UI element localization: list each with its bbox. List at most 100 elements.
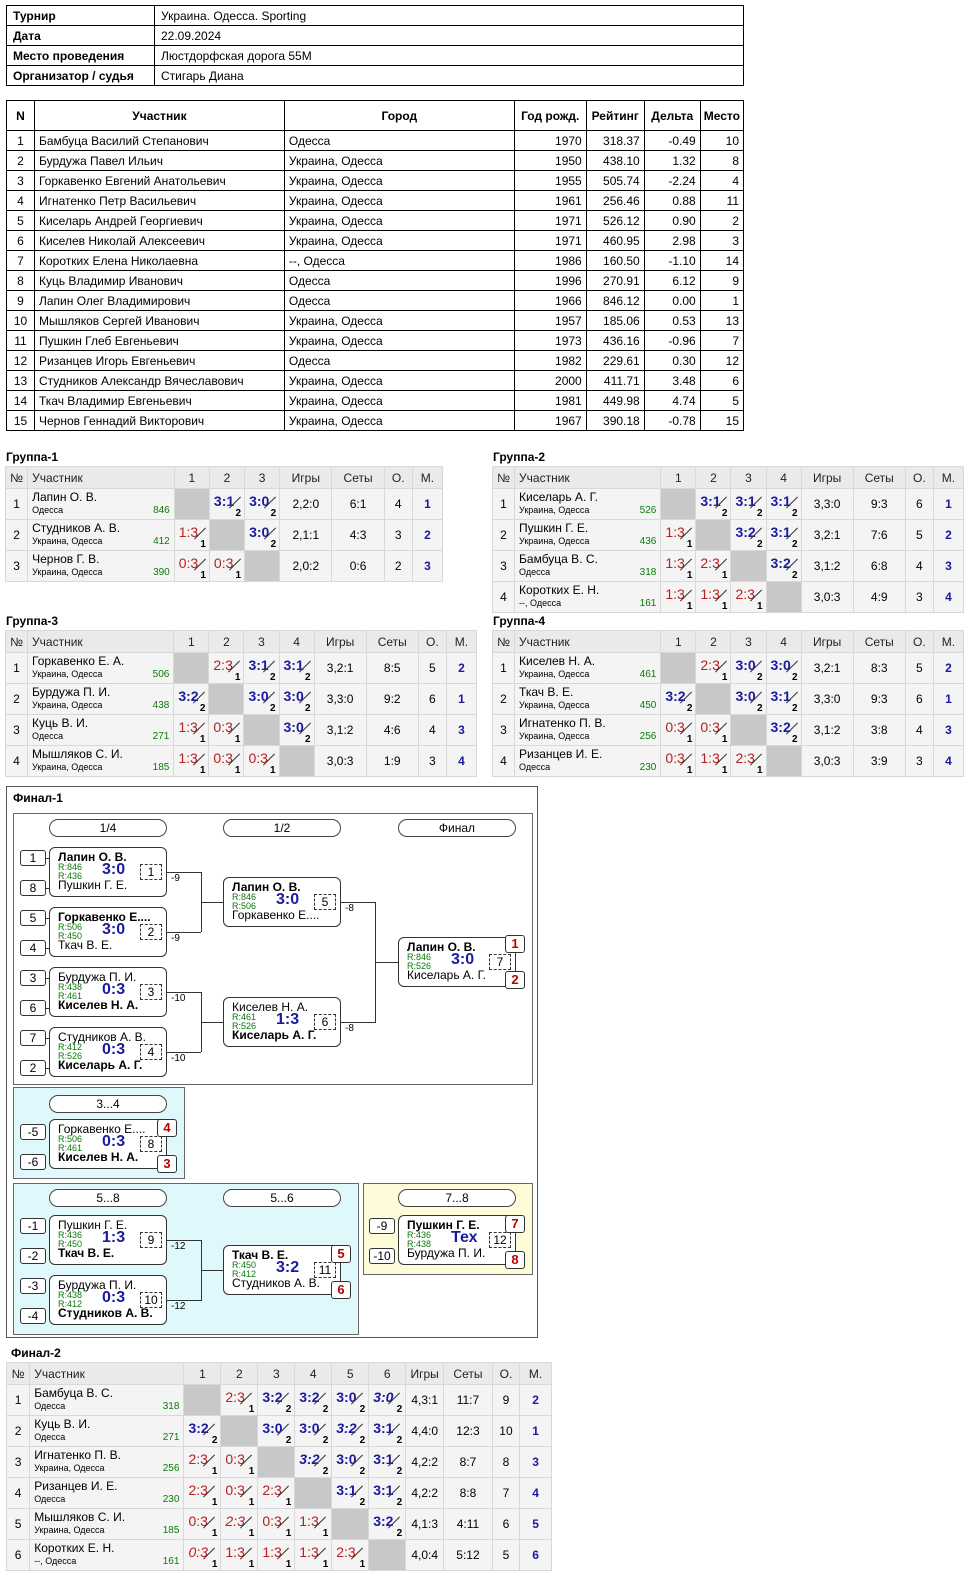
sets: 6:8 xyxy=(852,550,906,582)
games: 3,2:1 xyxy=(800,519,854,551)
score-cell: 0:3 1 xyxy=(208,745,245,777)
place: 1 xyxy=(932,683,965,715)
player-row: 13 Студников Александр Вячеславович Украин… xyxy=(6,370,745,391)
player-row: 11 Пушкин Глеб Евгеньевич Украина, Одесса 1… xyxy=(6,330,745,351)
sets: 4:3 xyxy=(331,519,385,551)
player-cell: 5 xyxy=(699,390,745,411)
score: 0:3 1 xyxy=(175,551,209,581)
match-score: 0:3 xyxy=(102,1133,126,1150)
col-opponent: 6 xyxy=(368,1362,407,1385)
score-game-index: 1 xyxy=(248,1466,255,1477)
score-cell xyxy=(173,488,210,520)
group-header-row: № Участник 1 2 3 4 Игры Сеты О. М. xyxy=(491,630,965,653)
col-n: № xyxy=(491,466,516,489)
score: 3:0 2 xyxy=(280,684,314,714)
place: 2 xyxy=(519,1384,552,1416)
score: 3:0 2 xyxy=(731,653,765,683)
group-row: 3 Игнатенко П. В. Украина, Одесса 256 2:3 1 0:… xyxy=(5,1446,552,1478)
col-name: Участник xyxy=(514,630,662,653)
games: 3,1:2 xyxy=(313,714,367,746)
group-row: 1 Киселарь А. Г. Украина, Одесса 526 3:1 2 3:1… xyxy=(491,488,965,520)
group-row: 1 Киселев Н. А. Украина, Одесса 461 2:3 1 3:0 2… xyxy=(491,652,965,684)
final-place: 7 xyxy=(505,1215,525,1233)
col-place: М. xyxy=(932,630,965,653)
score-cell: 2:3 1 xyxy=(730,745,767,777)
col-games: Игры xyxy=(800,630,854,653)
player-row: 7 Коротких Елена Николаевна --, Одесса 1986… xyxy=(6,250,745,271)
score-value: 3:2 xyxy=(188,1420,209,1436)
player-cell: 1986 xyxy=(513,250,587,271)
player-cell: Горкавенко Евгений Анатольевич xyxy=(33,170,285,191)
player-b: Студников А. В. xyxy=(58,1306,153,1320)
sets: 9:3 xyxy=(852,488,906,520)
participant-city: Украина, Одесса 526 xyxy=(519,505,657,516)
score: 3:1 2 xyxy=(369,1478,405,1508)
games: 3,3:0 xyxy=(800,683,854,715)
score-cell: 3:1 2 xyxy=(695,488,732,520)
score: 3:2 2 xyxy=(731,520,765,550)
participant-name: Коротких Е. Н. xyxy=(519,583,600,597)
points: 4 xyxy=(383,488,413,520)
place: 2 xyxy=(411,519,444,551)
participant-name: Бамбуца В. С. xyxy=(519,552,598,566)
row-number: 1 xyxy=(4,652,29,684)
participant-name: Студников А. В. xyxy=(32,521,121,535)
player-cell: 3 xyxy=(699,230,745,251)
participant-name: Игнатенко П. В. xyxy=(34,1448,121,1462)
games: 2,0:2 xyxy=(279,550,333,582)
score-game-index: 1 xyxy=(721,672,728,683)
column-header: Участник xyxy=(33,100,285,131)
player-cell: Украина, Одесса xyxy=(283,330,515,351)
player-cell: 270.91 xyxy=(585,270,645,291)
player-b: Пушкин Г. Е. xyxy=(58,878,128,892)
col-opponent: 3 xyxy=(730,630,767,653)
player-cell: 1.32 xyxy=(643,150,701,171)
score: 3:0 2 xyxy=(369,1385,405,1415)
player-cell: 438.10 xyxy=(585,150,645,171)
player-cell: 10 xyxy=(6,310,35,331)
player-cell: Одесса xyxy=(283,290,515,311)
place: 5 xyxy=(519,1508,552,1540)
points: 6 xyxy=(904,683,934,715)
player-cell: 4 xyxy=(699,170,745,191)
seed-box: 2 xyxy=(20,1060,46,1076)
group-header-row: № Участник 1 2 3 4 Игры Сеты О. М. xyxy=(4,630,478,653)
score-game-index: 2 xyxy=(792,703,798,714)
seed-box: 7 xyxy=(20,1030,46,1046)
participant-name: Киселарь А. Г. xyxy=(519,490,598,504)
player-cell: Украина, Одесса xyxy=(283,170,515,191)
player-cell: 12 xyxy=(6,350,35,371)
col-points: О. xyxy=(417,630,447,653)
points: 8 xyxy=(491,1446,521,1478)
seed-box: -2 xyxy=(20,1248,46,1264)
player-cell: 10 xyxy=(699,130,745,151)
score: 1:3 1 xyxy=(295,1509,331,1539)
match-box: Бурдужа П. И. R:438 R:412 0:3 Студников А. В… xyxy=(49,1275,167,1325)
score: 3:0 2 xyxy=(244,684,278,714)
info-value: Стигарь Диана xyxy=(154,65,744,86)
match-number: 12 xyxy=(489,1232,511,1248)
participant: Лапин О. В. Одесса 846 xyxy=(27,488,175,520)
score: 1:3 1 xyxy=(661,551,695,581)
score-value: 3:0 xyxy=(248,688,269,704)
match-score: 3:0 xyxy=(276,891,300,908)
score-cell: 3:2 2 xyxy=(660,683,697,715)
participant-city: Украина, Одесса 185 xyxy=(32,762,170,773)
score: 0:3 1 xyxy=(661,746,695,776)
score-cell: 3:0 2 xyxy=(244,488,281,520)
score-game-index: 1 xyxy=(200,539,206,550)
player-cell: 2 xyxy=(699,210,745,231)
score-value: 3:0 xyxy=(735,688,756,704)
col-opponent: 4 xyxy=(294,1362,333,1385)
score-game-index: 1 xyxy=(322,1559,329,1570)
games: 4,4:0 xyxy=(405,1415,445,1447)
points: 4 xyxy=(417,714,447,746)
player-row: 8 Куць Владимир Иванович Одесса 1996 270.91 6… xyxy=(6,270,745,291)
match-number: 7 xyxy=(489,954,511,970)
score: 1:3 1 xyxy=(174,715,208,745)
score-game-index: 1 xyxy=(248,1404,255,1415)
player-cell: 1981 xyxy=(513,390,587,411)
row-number: 2 xyxy=(491,683,516,715)
row-number: 2 xyxy=(4,519,29,551)
match-number: 2 xyxy=(140,924,162,940)
